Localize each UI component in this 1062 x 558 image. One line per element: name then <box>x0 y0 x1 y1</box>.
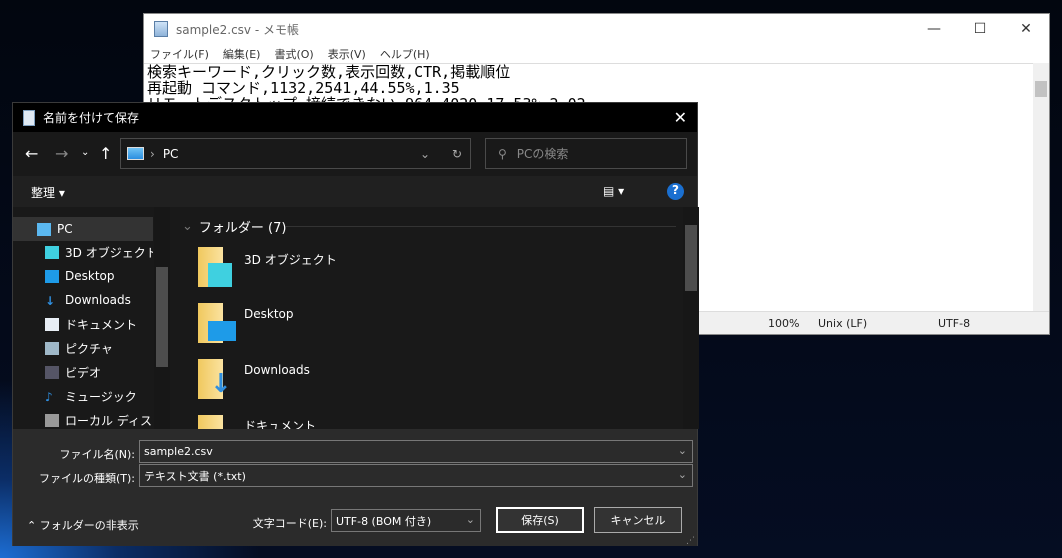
folder-desktop-icon[interactable] <box>198 303 236 343</box>
pc-icon <box>127 147 144 160</box>
pc-icon <box>37 222 51 236</box>
menu-view[interactable]: 表示(V) <box>328 46 366 62</box>
encoding-label: 文字コード(E): <box>252 517 327 530</box>
group-header-folders[interactable]: ⌄ フォルダー (7) <box>182 217 286 236</box>
menu-help[interactable]: ヘルプ(H) <box>380 46 430 62</box>
sidebar-item-pictures[interactable]: ピクチャ <box>13 336 153 360</box>
sidebar-item-videos[interactable]: ビデオ <box>13 360 153 384</box>
zoom-level: 100% <box>768 317 800 330</box>
sidebar-item-downloads[interactable]: ↓ Downloads <box>13 288 153 312</box>
address-text: PC <box>162 146 179 161</box>
refresh-icon[interactable]: ↻ <box>452 147 462 161</box>
cancel-button[interactable]: キャンセル <box>594 507 682 533</box>
folder-desktop[interactable]: Desktop <box>244 307 294 321</box>
menu-edit[interactable]: 編集(E) <box>223 46 261 62</box>
drive-icon <box>45 413 59 427</box>
line-ending: Unix (LF) <box>818 317 868 330</box>
hide-folders-button[interactable]: ⌃ フォルダーの非表示 <box>27 517 139 533</box>
close-icon[interactable]: ✕ <box>674 108 687 127</box>
navigation-pane: PC 3D オブジェクト Desktop ↓ Downloads ドキュメント ピ… <box>13 207 170 429</box>
video-icon <box>45 365 59 379</box>
save-button[interactable]: 保存(S) <box>496 507 584 533</box>
sidebar-item-pc[interactable]: PC <box>13 217 153 241</box>
notepad-icon <box>23 109 35 126</box>
maximize-button[interactable]: ☐ <box>957 14 1003 44</box>
view-options-button[interactable]: ▤ ▾ <box>603 184 624 198</box>
help-icon[interactable]: ? <box>667 183 684 200</box>
folder-3d-objects-icon[interactable] <box>198 247 236 287</box>
text-line: 検索キーワード,クリック数,表示回数,CTR,掲載順位 <box>147 63 511 81</box>
vertical-scrollbar[interactable] <box>1033 63 1049 313</box>
minimize-button[interactable]: — <box>911 14 957 44</box>
download-arrow-icon: ↓ <box>45 293 56 308</box>
filename-input[interactable]: sample2.csv ⌄ <box>139 440 693 463</box>
up-button[interactable]: ↑ <box>99 144 112 163</box>
search-input[interactable]: ⚲ PCの検索 <box>485 138 687 169</box>
close-button[interactable]: ✕ <box>1003 14 1049 44</box>
encoding-select[interactable]: UTF-8 (BOM 付き) ⌄ <box>331 509 481 532</box>
picture-icon <box>45 341 59 355</box>
folder-3d-objects[interactable]: 3D オブジェクト <box>244 251 337 268</box>
search-icon: ⚲ <box>498 146 507 161</box>
search-placeholder: PCの検索 <box>516 147 569 161</box>
menu-format[interactable]: 書式(O) <box>274 46 313 62</box>
resize-grip[interactable]: ⋰ <box>686 536 695 546</box>
filename-label: ファイル名(N): <box>59 448 135 461</box>
menu-file[interactable]: ファイル(F) <box>150 46 209 62</box>
filetype-label: ファイルの種類(T): <box>38 472 135 485</box>
file-list: ⌄ フォルダー (7) 3D オブジェクト Desktop ↓ Downloads… <box>176 207 699 429</box>
sidebar-item-3d-objects[interactable]: 3D オブジェクト <box>13 240 153 264</box>
document-icon <box>45 317 59 331</box>
sidebar-scrollbar[interactable] <box>154 207 170 429</box>
save-as-dialog: 名前を付けて保存 ✕ ← → ⌄ ↑ › PC ⌄ ↻ ⚲ PCの検索 整理 ▾ ▤ ▾… <box>12 102 699 546</box>
folder-documents-icon[interactable] <box>198 415 236 429</box>
window-title: sample2.csv - メモ帳 <box>176 22 299 37</box>
cube-icon <box>45 245 59 259</box>
sidebar-item-documents[interactable]: ドキュメント <box>13 312 153 336</box>
dialog-title: 名前を付けて保存 <box>43 111 140 125</box>
sidebar-item-desktop[interactable]: Desktop <box>13 264 153 288</box>
desktop-icon <box>45 269 59 283</box>
chevron-down-icon[interactable]: ⌄ <box>420 147 430 161</box>
forward-button[interactable]: → <box>55 144 68 163</box>
file-list-scrollbar[interactable] <box>683 207 699 429</box>
address-bar[interactable]: › PC ⌄ ↻ <box>120 138 471 169</box>
organize-button[interactable]: 整理 ▾ <box>31 184 65 201</box>
folder-downloads-icon[interactable]: ↓ <box>198 359 236 399</box>
notepad-icon <box>154 21 168 37</box>
back-button[interactable]: ← <box>25 144 38 163</box>
text-line: 再起動 コマンド,1132,2541,44.55%,1.35 <box>147 79 460 97</box>
encoding: UTF-8 <box>938 317 971 330</box>
sidebar-item-music[interactable]: ♪ ミュージック <box>13 384 153 408</box>
music-note-icon: ♪ <box>45 389 53 404</box>
folder-documents[interactable]: ドキュメント <box>244 417 316 429</box>
recent-dropdown[interactable]: ⌄ <box>81 147 89 158</box>
filetype-select[interactable]: テキスト文書 (*.txt) ⌄ <box>139 464 693 487</box>
folder-downloads[interactable]: Downloads <box>244 363 310 377</box>
